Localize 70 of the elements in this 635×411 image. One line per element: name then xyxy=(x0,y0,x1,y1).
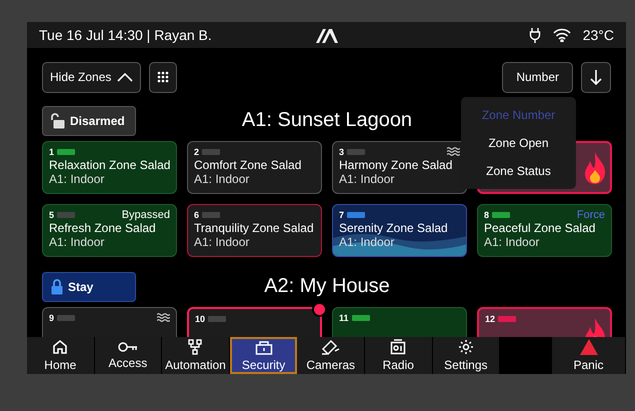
zone-area: A1: Indoor xyxy=(49,235,170,249)
zone-card[interactable]: 10 xyxy=(187,307,322,337)
water-icon xyxy=(157,313,170,322)
zone-tag: Bypassed xyxy=(122,208,170,220)
lock-icon xyxy=(254,339,273,355)
nav-tab[interactable]: Security xyxy=(230,337,298,374)
zone-name: Harmony Zone Salad xyxy=(339,158,454,172)
zone-number: 11 xyxy=(339,312,349,322)
zone-number: 7 xyxy=(339,210,344,220)
grid-view-button[interactable] xyxy=(149,62,178,92)
alert-dot xyxy=(312,302,327,317)
down-arrow-icon xyxy=(589,69,603,85)
zone-area: A1: Indoor xyxy=(484,235,605,249)
nav-tab[interactable]: Automation xyxy=(162,337,230,374)
camera-icon xyxy=(320,339,341,355)
temperature: 23°C xyxy=(582,27,614,43)
water-icon xyxy=(447,147,460,156)
settings-icon xyxy=(458,339,474,355)
hide-zones-button[interactable]: Hide Zones xyxy=(42,62,142,92)
key-icon xyxy=(118,341,138,353)
zone-name: Peaceful Zone Salad xyxy=(484,221,596,235)
zone-tag: Force xyxy=(576,208,605,220)
zone-area: A1: Indoor xyxy=(49,172,170,186)
zone-card[interactable]: 1 Relaxation Zone Salad A1: Indoor xyxy=(42,141,177,194)
zone-area: A1: Indoor xyxy=(194,172,315,186)
area-title: A1: Sunset Lagoon xyxy=(242,109,412,132)
zone-card[interactable]: 7 Serenity Zone Salad A1: Indoor xyxy=(332,204,467,257)
radio-icon xyxy=(390,339,406,355)
zone-name: Comfort Zone Salad xyxy=(194,158,302,172)
lock-icon xyxy=(51,278,63,294)
network-icon xyxy=(187,339,204,355)
zone-number: 10 xyxy=(195,314,206,324)
zone-number: 6 xyxy=(194,210,200,220)
logo-icon xyxy=(316,27,338,43)
zone-area: A1: Indoor xyxy=(339,172,460,186)
zone-card[interactable]: 11 xyxy=(332,307,467,337)
arm-mode-button[interactable]: Disarmed xyxy=(42,106,136,136)
plug-icon xyxy=(528,27,541,43)
zone-number: 3 xyxy=(339,146,344,156)
home-icon xyxy=(52,339,68,355)
zone-card[interactable]: 2 Comfort Zone Salad A1: Indoor xyxy=(187,141,322,194)
zone-card[interactable]: 9 xyxy=(42,307,177,337)
zone-name: Refresh Zone Salad xyxy=(49,221,157,235)
zone-name: Tranquility Zone Salad xyxy=(194,221,315,235)
zone-number: 1 xyxy=(49,146,54,156)
zone-card[interactable]: 6 Tranquility Zone Salad A1: Indoor xyxy=(187,204,322,257)
zone-number: 2 xyxy=(194,146,200,156)
zone-card[interactable]: 8 Force Peaceful Zone Salad A1: Indoor xyxy=(477,204,612,257)
grid-icon xyxy=(157,71,170,83)
wifi-icon xyxy=(552,28,571,42)
zone-area: A1: Indoor xyxy=(339,235,460,249)
zone-card[interactable]: 3 Harmony Zone Salad A1: Indoor xyxy=(332,141,467,194)
arm-mode-button[interactable]: Stay xyxy=(42,272,136,302)
sort-button[interactable]: Number xyxy=(502,62,573,92)
flame-icon xyxy=(584,152,606,184)
zone-area: A1: Indoor xyxy=(194,235,315,249)
zone-card[interactable]: 12 xyxy=(477,307,612,337)
area-title: A2: My House xyxy=(264,275,390,298)
sort-direction-button[interactable] xyxy=(581,62,611,92)
caret-up-icon xyxy=(117,72,134,82)
zone-number: 9 xyxy=(49,312,54,322)
zone-card[interactable]: 5 Bypassed Refresh Zone Salad A1: Indoor xyxy=(42,204,177,257)
warning-icon xyxy=(580,339,598,355)
zone-number: 5 xyxy=(49,210,54,220)
zone-number: 8 xyxy=(484,210,490,220)
zone-name: Serenity Zone Salad xyxy=(339,221,449,235)
date-time-user: Tue 16 Jul 14:30 | Rayan B. xyxy=(39,27,213,43)
zone-name: Relaxation Zone Salad xyxy=(49,158,170,172)
unlocked-lock-icon xyxy=(51,112,65,128)
zone-number: 12 xyxy=(485,314,496,324)
